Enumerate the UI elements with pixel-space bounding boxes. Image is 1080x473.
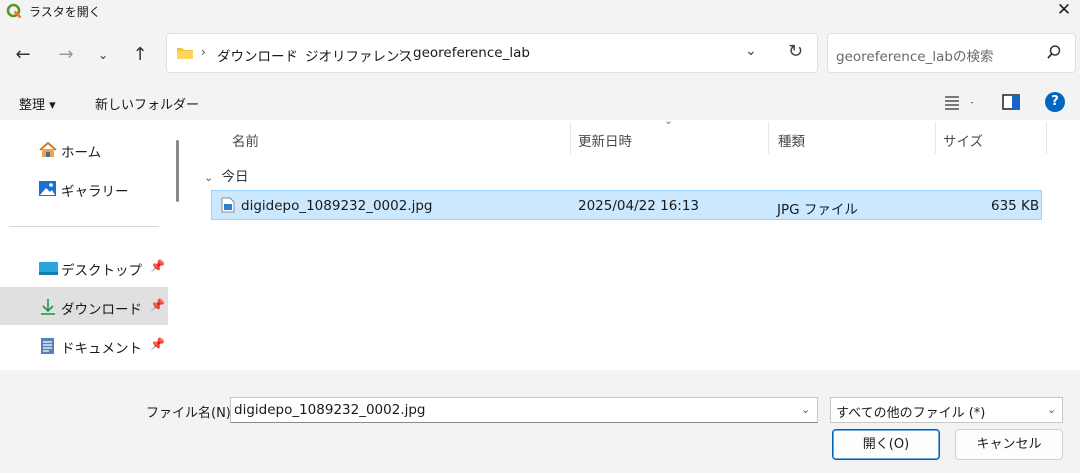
- cancel-button[interactable]: キャンセル: [955, 429, 1063, 460]
- breadcrumb-downloads[interactable]: ダウンロード: [217, 45, 298, 65]
- file-size: 635 KB: [991, 198, 1040, 214]
- navigation-bar: ← → ⌄ ↑ › ダウンロード › ジオリファレンス › georeferen…: [0, 22, 1080, 84]
- file-modified: 2025/04/22 16:13: [578, 198, 700, 214]
- image-file-icon: [221, 197, 235, 213]
- breadcrumb-georeference[interactable]: ジオリファレンス: [305, 45, 413, 65]
- pin-icon[interactable]: 📌: [150, 298, 165, 312]
- filename-field[interactable]: digidepo_1089232_0002.jpg ⌄: [230, 397, 818, 423]
- search-box[interactable]: georeference_labの検索: [827, 33, 1076, 73]
- file-type: JPG ファイル: [777, 202, 858, 218]
- search-input[interactable]: georeference_labの検索: [836, 45, 993, 65]
- new-folder-button[interactable]: 新しいフォルダー: [95, 94, 199, 113]
- document-icon: [41, 338, 54, 354]
- column-header-modified[interactable]: 更新日時: [578, 130, 632, 150]
- forward-arrow-icon[interactable]: →: [53, 42, 79, 68]
- sidebar-item-label: デスクトップ: [61, 263, 142, 279]
- breadcrumb-separator: ›: [290, 45, 295, 59]
- preview-pane-icon[interactable]: [1002, 94, 1020, 110]
- pin-icon[interactable]: 📌: [150, 259, 165, 273]
- command-bar: 整理 ▾ 新しいフォルダー ?: [0, 84, 1080, 120]
- view-menu-icon[interactable]: [944, 93, 974, 111]
- filename-label: ファイル名(N):: [146, 406, 236, 421]
- breadcrumb-separator: ›: [201, 45, 206, 59]
- navigation-pane: ホーム ギャラリー デスクトップ 📌 ダウンロード 📌 ドキュメント 📌: [0, 120, 190, 370]
- group-header-today[interactable]: ⌄ 今日: [204, 165, 249, 185]
- window-title: ラスタを開く: [29, 5, 101, 19]
- chevron-down-icon: ⌄: [204, 171, 214, 184]
- sidebar-scrollbar[interactable]: [176, 140, 179, 202]
- organize-label: 整理: [19, 98, 46, 113]
- home-icon: [39, 141, 57, 157]
- column-header-name[interactable]: 名前: [232, 130, 259, 150]
- table-row[interactable]: digidepo_1089232_0002.jpg 2025/04/22 16:…: [211, 190, 1042, 220]
- download-icon: [41, 299, 55, 315]
- title-bar: ラスタを開く ✕: [0, 0, 1080, 22]
- dialog-footer: ファイル名(N): digidepo_1089232_0002.jpg ⌄ すべ…: [0, 370, 1080, 473]
- sidebar-item-label: ギャラリー: [61, 184, 129, 200]
- file-list: ⌄ 名前 更新日時 種類 サイズ ⌄ 今日 digidepo_1089232_0…: [190, 114, 1080, 370]
- sidebar-item-gallery[interactable]: ギャラリー: [0, 169, 168, 207]
- search-icon[interactable]: [1046, 44, 1062, 60]
- filter-value: すべての他のファイル (*): [836, 406, 986, 421]
- column-divider[interactable]: [1046, 122, 1047, 154]
- column-divider[interactable]: [935, 122, 936, 154]
- sidebar-item-label: ダウンロード: [61, 302, 142, 318]
- file-type-filter[interactable]: すべての他のファイル (*) ⌄: [830, 397, 1063, 423]
- up-arrow-icon[interactable]: ↑: [127, 42, 153, 68]
- sidebar-item-downloads[interactable]: ダウンロード 📌: [0, 287, 168, 325]
- address-history-chevron-icon[interactable]: ⌄: [745, 43, 757, 59]
- sidebar-item-home[interactable]: ホーム: [0, 130, 168, 168]
- column-divider[interactable]: [570, 122, 571, 154]
- close-icon[interactable]: ✕: [1052, 0, 1076, 22]
- gallery-icon: [39, 181, 56, 196]
- organize-button[interactable]: 整理 ▾: [19, 94, 56, 113]
- sort-indicator-icon: ⌄: [664, 114, 674, 127]
- sidebar-item-desktop[interactable]: デスクトップ 📌: [0, 248, 168, 286]
- chevron-down-icon[interactable]: ⌄: [1047, 403, 1056, 416]
- desktop-icon: [39, 262, 58, 275]
- filename-value: digidepo_1089232_0002.jpg: [234, 402, 426, 418]
- pin-icon[interactable]: 📌: [150, 337, 165, 351]
- chevron-down-icon[interactable]: ⌄: [90, 42, 116, 68]
- column-header-size[interactable]: サイズ: [943, 130, 983, 150]
- chevron-down-icon[interactable]: ⌄: [801, 403, 810, 416]
- sidebar-item-label: ドキュメント: [61, 341, 142, 357]
- help-label: ?: [1051, 94, 1059, 109]
- qgis-icon: [6, 3, 22, 19]
- breadcrumb-georeference-lab[interactable]: georeference_lab: [413, 45, 530, 61]
- column-divider[interactable]: [768, 122, 769, 154]
- back-arrow-icon[interactable]: ←: [10, 42, 36, 68]
- sidebar-item-documents[interactable]: ドキュメント 📌: [0, 326, 168, 364]
- open-button[interactable]: 開く(O): [832, 429, 940, 460]
- folder-icon: [177, 48, 193, 59]
- help-icon[interactable]: ?: [1045, 92, 1065, 112]
- column-header-type[interactable]: 種類: [778, 130, 805, 150]
- file-name: digidepo_1089232_0002.jpg: [241, 198, 433, 214]
- breadcrumb-separator: ›: [399, 45, 404, 59]
- sidebar-divider: [9, 226, 159, 227]
- group-label: 今日: [221, 169, 249, 185]
- sidebar-item-label: ホーム: [61, 145, 102, 161]
- address-bar[interactable]: › ダウンロード › ジオリファレンス › georeference_lab ⌄…: [166, 33, 818, 73]
- refresh-icon[interactable]: ↻: [788, 41, 803, 62]
